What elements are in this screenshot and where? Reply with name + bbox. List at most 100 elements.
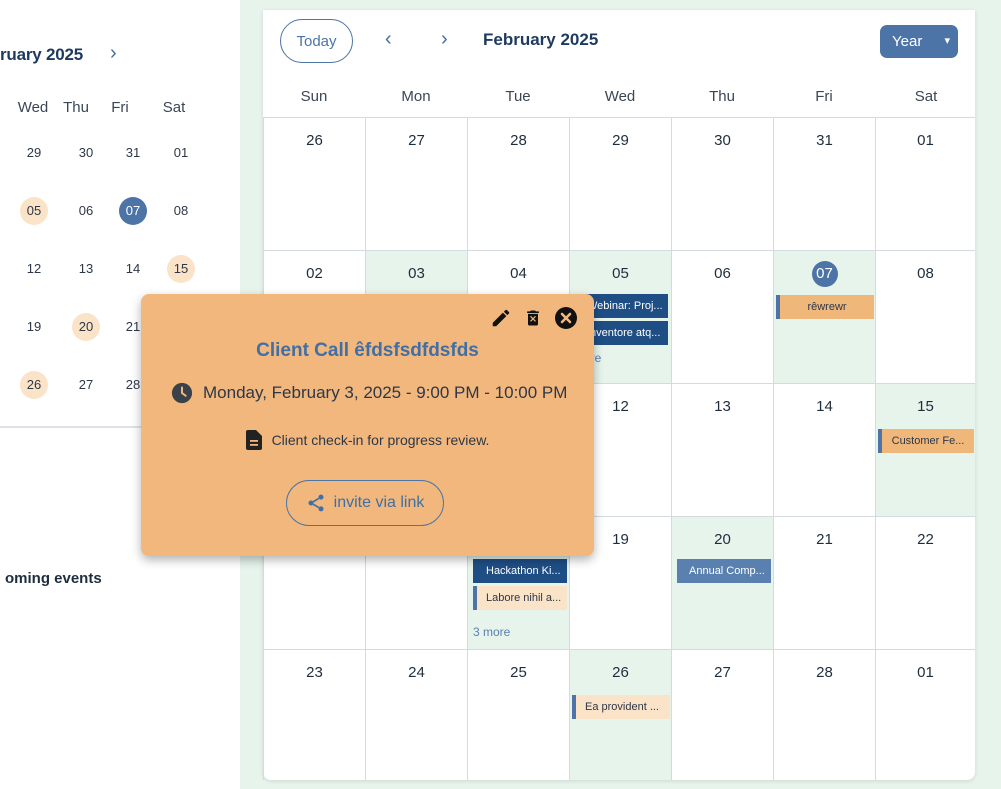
calendar-toolbar: Today ‹ › February 2025 Year ▾ (263, 10, 975, 74)
document-icon (245, 430, 262, 450)
day-number: 22 (917, 531, 934, 548)
calendar-event[interactable]: Hackathon Ki... (473, 559, 567, 583)
mini-day[interactable]: 13 (72, 255, 100, 283)
day-cell[interactable]: 27 (671, 649, 773, 780)
mini-weekday-label: Thu (63, 99, 89, 116)
mini-day[interactable]: 19 (20, 313, 48, 341)
calendar-event[interactable]: rêwrewr (776, 295, 874, 319)
day-number: 03 (408, 265, 425, 282)
mini-day[interactable]: 30 (72, 139, 100, 167)
close-icon[interactable] (554, 306, 578, 330)
mini-day-with-event[interactable]: 20 (72, 313, 100, 341)
mini-day-with-event[interactable]: 05 (20, 197, 48, 225)
day-cell[interactable]: 22 (875, 516, 975, 649)
day-cell[interactable]: 14 (773, 383, 875, 516)
mini-calendar-title: ruary 2025 (0, 45, 84, 64)
day-cell[interactable]: 28 (773, 649, 875, 780)
calendar-event[interactable]: Annual Comp... (677, 559, 771, 583)
day-number: 20 (714, 531, 731, 548)
day-number: 01 (917, 132, 934, 149)
popup-actions (490, 306, 578, 330)
day-number: 29 (612, 132, 629, 149)
day-number: 30 (714, 132, 731, 149)
day-cell[interactable]: 23 (263, 649, 365, 780)
day-cell[interactable]: 29 (569, 117, 671, 250)
day-number: 31 (816, 132, 833, 149)
day-cell-today[interactable]: 07 rêwrewr (773, 250, 875, 383)
calendar-title: February 2025 (483, 30, 599, 49)
day-number: 28 (816, 664, 833, 681)
day-number: 15 (917, 398, 934, 415)
day-cell[interactable]: 01 (875, 649, 975, 780)
more-events-link[interactable]: 3 more (473, 625, 510, 639)
day-cell[interactable]: 01 (875, 117, 975, 250)
mini-day[interactable]: 14 (119, 255, 147, 283)
mini-day-with-event[interactable]: 26 (20, 371, 48, 399)
calendar-event[interactable]: Labore nihil a... (473, 586, 567, 610)
next-month-button[interactable]: › (441, 28, 448, 51)
day-number: 08 (917, 265, 934, 282)
day-number: 24 (408, 664, 425, 681)
pencil-icon[interactable] (490, 307, 512, 329)
day-number: 14 (816, 398, 833, 415)
mini-day-with-event[interactable]: 15 (167, 255, 195, 283)
event-description: Client check-in for progress review. (271, 432, 490, 448)
today-button[interactable]: Today (280, 19, 353, 63)
day-cell[interactable]: 08 (875, 250, 975, 383)
mini-day[interactable]: 12 (20, 255, 48, 283)
invite-label: invite via link (333, 494, 425, 511)
day-cell[interactable]: 31 (773, 117, 875, 250)
weekday-label: Fri (815, 88, 833, 105)
day-number: 27 (408, 132, 425, 149)
weekday-label: Sat (914, 88, 938, 105)
weekday-label: Wed (604, 88, 636, 105)
day-number-today: 07 (774, 261, 875, 287)
mini-day[interactable]: 27 (72, 371, 100, 399)
mini-day-today[interactable]: 07 (119, 197, 147, 225)
day-cell[interactable]: 15 Customer Fe... (875, 383, 975, 516)
mini-weekday-label: Fri (111, 99, 129, 116)
day-number: 26 (306, 132, 323, 149)
day-cell[interactable]: 21 (773, 516, 875, 649)
weekday-label: Sun (300, 88, 328, 105)
mini-day[interactable]: 08 (167, 197, 195, 225)
day-cell[interactable]: 28 (467, 117, 569, 250)
day-number: 25 (510, 664, 527, 681)
day-cell[interactable]: 20 Annual Comp... (671, 516, 773, 649)
mini-day[interactable]: 29 (20, 139, 48, 167)
mini-day[interactable]: 31 (119, 139, 147, 167)
calendar-event[interactable]: Customer Fe... (878, 429, 974, 453)
mini-next-month-button[interactable]: › (110, 42, 117, 65)
clock-icon (171, 382, 193, 404)
day-number: 23 (306, 664, 323, 681)
day-cell[interactable]: 13 (671, 383, 773, 516)
event-title: Client Call êfdsfsdfdsfds (256, 340, 479, 361)
prev-month-button[interactable]: ‹ (385, 28, 392, 51)
day-cell[interactable]: 26 (263, 117, 365, 250)
invite-via-link-button[interactable]: invite via link (286, 480, 444, 526)
day-number: 06 (714, 265, 731, 282)
event-datetime-row: Monday, February 3, 2025 - 9:00 PM - 10:… (171, 382, 567, 404)
day-cell[interactable]: 25 (467, 649, 569, 780)
day-number: 01 (917, 664, 934, 681)
trash-icon[interactable] (523, 307, 543, 329)
day-cell[interactable]: 26 Ea provident ... (569, 649, 671, 780)
event-datetime: Monday, February 3, 2025 - 9:00 PM - 10:… (203, 383, 568, 402)
view-select[interactable]: Year ▾ (880, 25, 958, 58)
day-number: 13 (714, 398, 731, 415)
calendar-event[interactable]: Ea provident ... (572, 695, 670, 719)
day-cell[interactable]: 24 (365, 649, 467, 780)
day-cell[interactable]: 30 (671, 117, 773, 250)
day-cell[interactable]: 06 (671, 250, 773, 383)
today-marker: 07 (811, 261, 838, 287)
mini-day[interactable]: 01 (167, 139, 195, 167)
day-number: 26 (612, 664, 629, 681)
day-cell[interactable]: 27 (365, 117, 467, 250)
share-icon (308, 494, 324, 512)
mini-day[interactable]: 06 (72, 197, 100, 225)
view-select-value: Year (892, 33, 923, 50)
sidebar-divider (0, 426, 150, 428)
day-number: 28 (510, 132, 527, 149)
event-description-row: Client check-in for progress review. (141, 430, 594, 450)
weekday-label: Tue (505, 88, 531, 105)
